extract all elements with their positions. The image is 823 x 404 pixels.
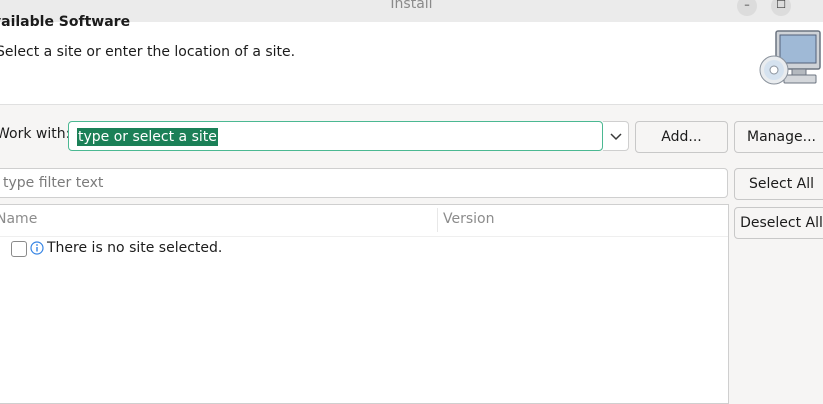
filter-placeholder: type filter text [3,175,104,191]
site-combo-value: type or select a site [77,128,218,146]
site-combo-input[interactable]: type or select a site [68,121,603,151]
manage-button[interactable]: Manage... [734,121,823,153]
info-icon [30,241,44,255]
minimize-button[interactable]: – [737,0,757,16]
row-checkbox[interactable] [11,241,27,257]
column-header-name[interactable]: Name [0,211,37,227]
column-header-version[interactable]: Version [443,211,494,227]
table-header-separator [0,236,728,237]
maximize-icon: ☐ [776,0,786,11]
maximize-button[interactable]: ☐ [771,0,791,16]
page-title: vailable Software [0,14,131,30]
select-all-button[interactable]: Select All [734,168,823,200]
software-table[interactable] [0,204,729,404]
add-button[interactable]: Add... [635,121,728,153]
minimize-icon: – [744,0,750,11]
computer-cd-icon [759,30,821,85]
table-row-text: There is no site selected. [47,240,223,256]
site-dropdown-button[interactable] [603,121,629,151]
filter-input[interactable]: type filter text [0,168,728,198]
wizard-header [0,22,823,105]
deselect-all-button[interactable]: Deselect All [734,207,823,239]
page-description: Select a site or enter the location of a… [0,44,296,60]
work-with-label: Work with: [0,126,71,142]
window-title: Install [390,0,433,12]
chevron-down-icon [610,133,622,141]
column-divider [437,208,438,232]
